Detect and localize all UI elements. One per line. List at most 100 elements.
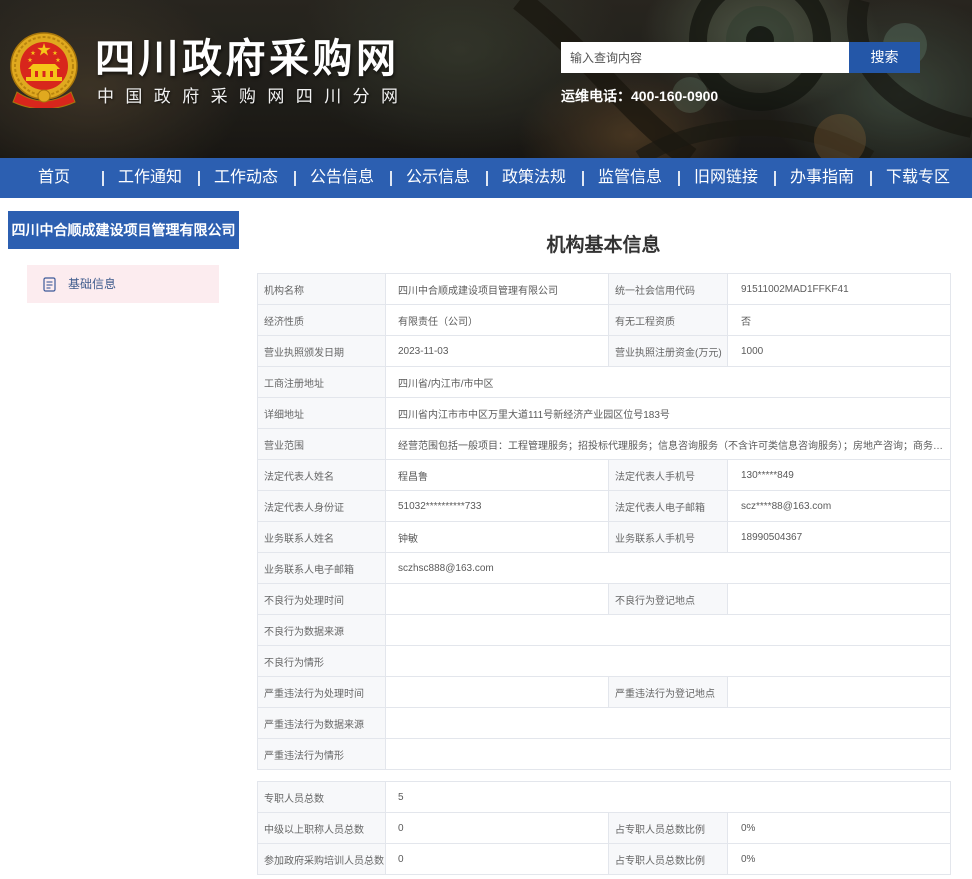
- info-row: 参加政府采购培训人员总数 0 占专职人员总数比例 0%: [257, 843, 951, 875]
- registered-address-label: 工商注册地址: [257, 366, 386, 398]
- nav-item-supervision[interactable]: 监管信息: [582, 158, 678, 198]
- info-row: 不良行为数据来源: [257, 614, 951, 646]
- misconduct-handling-time-value: [385, 583, 609, 615]
- contact-email-value: sczhsc888@163.com: [385, 552, 951, 584]
- contact-phone-value: 18990504367: [727, 521, 951, 553]
- org-staff-info-table: 专职人员总数 5 中级以上职称人员总数 0 占专职人员总数比例 0% 参加政府采…: [257, 781, 951, 875]
- document-icon: [43, 277, 56, 292]
- legal-rep-id-label: 法定代表人身份证: [257, 490, 386, 522]
- nav-item-service-guide[interactable]: 办事指南: [774, 158, 870, 198]
- detailed-address-label: 详细地址: [257, 397, 386, 429]
- license-issue-date-value: 2023-11-03: [385, 335, 609, 367]
- procurement-trained-ratio-value: 0%: [727, 843, 951, 875]
- contact-phone-label: 业务联系人手机号: [608, 521, 728, 553]
- misconduct-data-source-value: [385, 614, 951, 646]
- fulltime-staff-total-value: 5: [385, 781, 951, 813]
- serious-violation-handling-time-value: [385, 676, 609, 708]
- mid-senior-title-staff-label: 中级以上职称人员总数: [257, 812, 386, 844]
- credit-code-value: 91511002MAD1FFKF41: [727, 273, 951, 305]
- site-subtitle: 中国政府采购网四川分网: [97, 87, 410, 106]
- procurement-trained-ratio-label: 占专职人员总数比例: [608, 843, 728, 875]
- procurement-trained-staff-value: 0: [385, 843, 609, 875]
- registered-capital-label: 营业执照注册资金(万元): [608, 335, 728, 367]
- info-row: 业务联系人姓名 钟敏 业务联系人手机号 18990504367: [257, 521, 951, 553]
- nav-item-downloads[interactable]: 下载专区: [870, 158, 966, 198]
- nav-item-policies-regulations[interactable]: 政策法规: [486, 158, 582, 198]
- contact-name-value: 钟敏: [385, 521, 609, 553]
- contact-name-label: 业务联系人姓名: [257, 521, 386, 553]
- license-issue-date-label: 营业执照颁发日期: [257, 335, 386, 367]
- search-button[interactable]: 搜索: [849, 42, 920, 73]
- site-header: 四川政府采购网 中国政府采购网四川分网 搜索 运维电话：400-160-0900: [0, 0, 972, 158]
- nav-item-announcements[interactable]: 公告信息: [294, 158, 390, 198]
- info-row: 不良行为情形: [257, 645, 951, 677]
- info-row: 详细地址 四川省内江市市中区万里大道111号新经济产业园区位号183号: [257, 397, 951, 429]
- fulltime-staff-total-label: 专职人员总数: [257, 781, 386, 813]
- nav-item-work-notices[interactable]: 工作通知: [102, 158, 198, 198]
- legal-rep-phone-value: 130*****849: [727, 459, 951, 491]
- site-title: 四川政府采购网: [95, 37, 400, 81]
- serious-violation-data-source-label: 严重违法行为数据来源: [257, 707, 386, 739]
- misconduct-registration-place-label: 不良行为登记地点: [608, 583, 728, 615]
- info-row: 专职人员总数 5: [257, 781, 951, 813]
- economic-nature-label: 经济性质: [257, 304, 386, 336]
- info-row: 营业范围 经营范围包括一般项目：工程管理服务；招投标代理服务；信息咨询服务（不含…: [257, 428, 951, 460]
- legal-rep-email-value: scz****88@163.com: [727, 490, 951, 522]
- nav-item-home[interactable]: 首页: [6, 158, 102, 198]
- info-row: 法定代表人姓名 程昌鲁 法定代表人手机号 130*****849: [257, 459, 951, 491]
- legal-rep-name-value: 程昌鲁: [385, 459, 609, 491]
- registered-capital-value: 1000: [727, 335, 951, 367]
- sidebar-org-title: 四川中合顺成建设项目管理有限公司: [8, 211, 239, 249]
- info-row: 中级以上职称人员总数 0 占专职人员总数比例 0%: [257, 812, 951, 844]
- info-row: 业务联系人电子邮箱 sczhsc888@163.com: [257, 552, 951, 584]
- registered-address-value: 四川省/内江市/市中区: [385, 366, 951, 398]
- contact-email-label: 业务联系人电子邮箱: [257, 552, 386, 584]
- serious-violation-registration-place-label: 严重违法行为登记地点: [608, 676, 728, 708]
- misconduct-circumstances-label: 不良行为情形: [257, 645, 386, 677]
- nav-item-old-site-links[interactable]: 旧网链接: [678, 158, 774, 198]
- org-name-value: 四川中合顺成建设项目管理有限公司: [385, 273, 609, 305]
- nav-item-work-news[interactable]: 工作动态: [198, 158, 294, 198]
- serious-violation-circumstances-value: [385, 738, 951, 770]
- national-emblem-icon: [10, 32, 78, 108]
- info-row: 机构名称 四川中合顺成建设项目管理有限公司 统一社会信用代码 91511002M…: [257, 273, 951, 305]
- serious-violation-data-source-value: [385, 707, 951, 739]
- engineering-qualification-value: 否: [727, 304, 951, 336]
- legal-rep-phone-label: 法定代表人手机号: [608, 459, 728, 491]
- serious-violation-circumstances-label: 严重违法行为情形: [257, 738, 386, 770]
- main-nav: 首页 工作通知 工作动态 公告信息 公示信息 政策法规 监管信息 旧网链接 办事…: [0, 158, 972, 198]
- business-scope-value: 经营范围包括一般项目：工程管理服务；招投标代理服务；信息咨询服务（不含许可类信息…: [385, 428, 951, 460]
- legal-rep-email-label: 法定代表人电子邮箱: [608, 490, 728, 522]
- legal-rep-id-value: 51032**********733: [385, 490, 609, 522]
- info-row: 营业执照颁发日期 2023-11-03 营业执照注册资金(万元) 1000: [257, 335, 951, 367]
- misconduct-circumstances-value: [385, 645, 951, 677]
- org-name-label: 机构名称: [257, 273, 386, 305]
- procurement-trained-staff-label: 参加政府采购培训人员总数: [257, 843, 386, 875]
- credit-code-label: 统一社会信用代码: [608, 273, 728, 305]
- info-row: 严重违法行为数据来源: [257, 707, 951, 739]
- info-row: 经济性质 有限责任（公司） 有无工程资质 否: [257, 304, 951, 336]
- sidebar-item-label: 基础信息: [68, 277, 117, 291]
- info-row: 法定代表人身份证 51032**********733 法定代表人电子邮箱 sc…: [257, 490, 951, 522]
- business-scope-label: 营业范围: [257, 428, 386, 460]
- info-row: 工商注册地址 四川省/内江市/市中区: [257, 366, 951, 398]
- mid-senior-title-ratio-label: 占专职人员总数比例: [608, 812, 728, 844]
- detailed-address-value: 四川省内江市市中区万里大道111号新经济产业园区位号183号: [385, 397, 951, 429]
- legal-rep-name-label: 法定代表人姓名: [257, 459, 386, 491]
- mid-senior-title-staff-value: 0: [385, 812, 609, 844]
- info-row: 不良行为处理时间 不良行为登记地点: [257, 583, 951, 615]
- support-hotline: 运维电话：400-160-0900: [561, 88, 719, 104]
- nav-item-publicity[interactable]: 公示信息: [390, 158, 486, 198]
- info-row: 严重违法行为情形: [257, 738, 951, 770]
- search-input[interactable]: [561, 42, 849, 73]
- serious-violation-handling-time-label: 严重违法行为处理时间: [257, 676, 386, 708]
- org-basic-info-table: 机构名称 四川中合顺成建设项目管理有限公司 统一社会信用代码 91511002M…: [257, 273, 951, 770]
- page-title: 机构基本信息: [546, 235, 661, 256]
- serious-violation-registration-place-value: [727, 676, 951, 708]
- engineering-qualification-label: 有无工程资质: [608, 304, 728, 336]
- info-row: 严重违法行为处理时间 严重违法行为登记地点: [257, 676, 951, 708]
- misconduct-data-source-label: 不良行为数据来源: [257, 614, 386, 646]
- mid-senior-title-ratio-value: 0%: [727, 812, 951, 844]
- misconduct-handling-time-label: 不良行为处理时间: [257, 583, 386, 615]
- sidebar-item-basic-info[interactable]: 基础信息: [27, 265, 219, 303]
